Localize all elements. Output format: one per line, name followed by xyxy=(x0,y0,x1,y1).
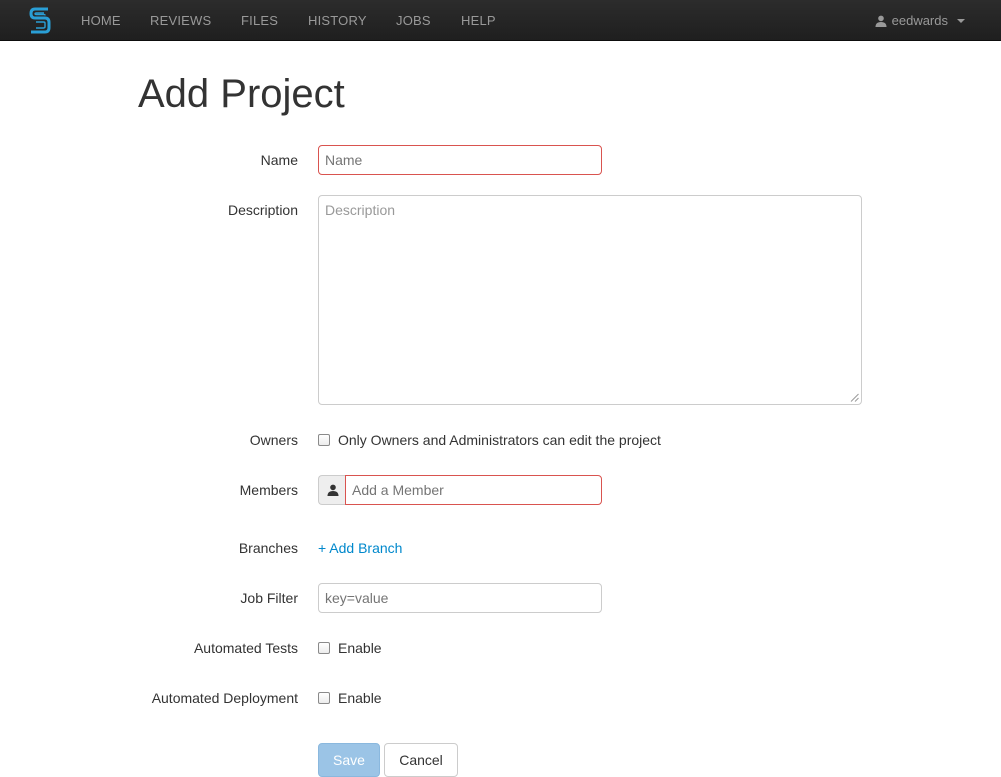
description-textarea[interactable]: Description xyxy=(318,195,862,405)
owners-checkbox-label: Only Owners and Administrators can edit … xyxy=(338,432,661,448)
automated-tests-enable-label: Enable xyxy=(338,640,382,656)
add-branch-link[interactable]: + Add Branch xyxy=(318,540,402,556)
description-placeholder: Description xyxy=(325,202,396,218)
username: eedwards xyxy=(891,13,948,28)
save-button[interactable]: Save xyxy=(318,743,380,777)
nav-history[interactable]: HISTORY xyxy=(308,0,367,41)
name-label: Name xyxy=(260,152,298,168)
nav-home[interactable]: HOME xyxy=(81,0,121,41)
automated-deployment-label: Automated Deployment xyxy=(151,690,298,706)
caret-down-icon xyxy=(957,19,965,23)
owners-checkbox[interactable] xyxy=(318,434,330,446)
user-icon xyxy=(875,15,887,27)
nav-files[interactable]: FILES xyxy=(241,0,278,41)
nav-jobs[interactable]: JOBS xyxy=(396,0,431,41)
name-input[interactable] xyxy=(318,145,602,175)
user-menu[interactable]: eedwards xyxy=(875,0,965,41)
swarm-logo-icon[interactable] xyxy=(28,6,52,35)
branches-label: Branches xyxy=(238,540,298,556)
nav-help[interactable]: HELP xyxy=(461,0,496,41)
user-icon xyxy=(327,484,338,496)
members-label: Members xyxy=(239,482,298,498)
cancel-button[interactable]: Cancel xyxy=(384,743,458,777)
top-navbar: HOME REVIEWS FILES HISTORY JOBS HELP eed… xyxy=(0,0,1001,41)
owners-label: Owners xyxy=(249,432,298,448)
nav-reviews[interactable]: REVIEWS xyxy=(150,0,211,41)
automated-tests-label: Automated Tests xyxy=(193,640,298,656)
description-label: Description xyxy=(227,202,298,218)
automated-tests-checkbox[interactable] xyxy=(318,642,330,654)
automated-deployment-enable-label: Enable xyxy=(338,690,382,706)
members-input[interactable] xyxy=(345,475,602,505)
job-filter-input[interactable] xyxy=(318,583,602,613)
job-filter-label: Job Filter xyxy=(240,590,298,606)
member-addon xyxy=(318,475,346,505)
resize-grip-icon[interactable] xyxy=(850,393,859,402)
automated-deployment-checkbox[interactable] xyxy=(318,692,330,704)
page-title: Add Project xyxy=(138,72,345,116)
